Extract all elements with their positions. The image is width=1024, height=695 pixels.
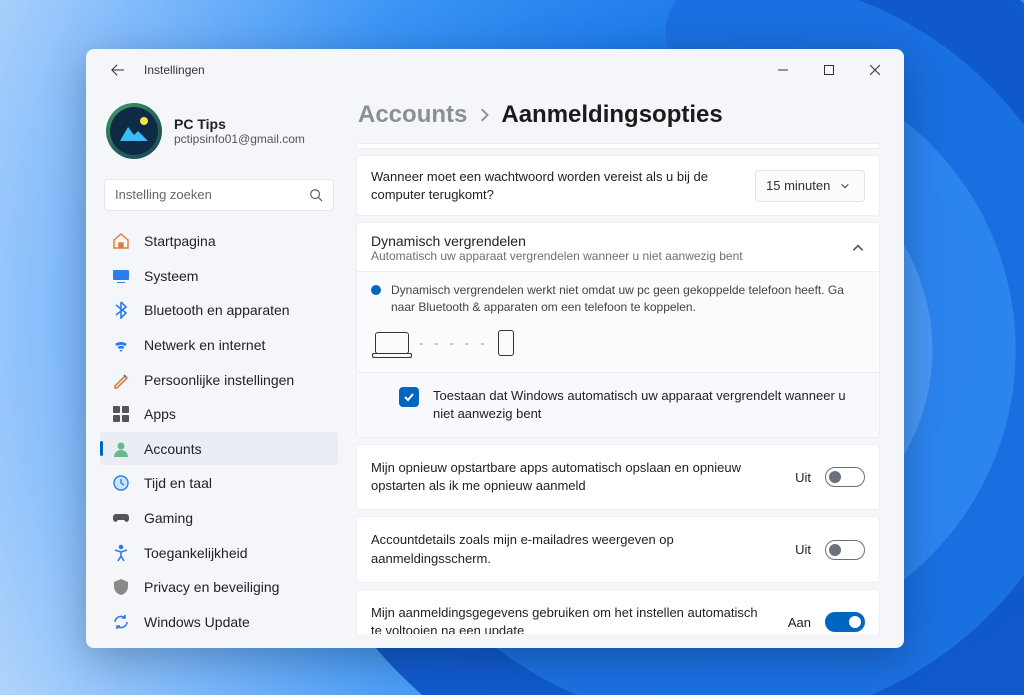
sidebar-item-privacy[interactable]: Privacy en beveiliging bbox=[100, 571, 338, 604]
search-box[interactable] bbox=[104, 179, 334, 211]
dynamic-lock-title: Dynamisch vergrendelen bbox=[371, 233, 841, 249]
finish-setup-row[interactable]: Mijn aanmeldingsgegevens gebruiken om he… bbox=[356, 589, 880, 634]
info-icon bbox=[371, 285, 381, 295]
password-timeout-row[interactable]: Wanneer moet een wachtwoord worden verei… bbox=[356, 155, 880, 216]
show-email-label: Accountdetails zoals mijn e-mailadres we… bbox=[371, 531, 769, 567]
restart-apps-row[interactable]: Mijn opnieuw opstartbare apps automatisc… bbox=[356, 444, 880, 510]
breadcrumb-parent[interactable]: Accounts bbox=[358, 101, 467, 129]
connection-dashes: - - - - - bbox=[419, 336, 488, 350]
search-icon bbox=[309, 188, 323, 202]
access-icon bbox=[112, 544, 130, 562]
check-icon bbox=[403, 391, 415, 403]
titlebar: Instellingen bbox=[86, 49, 904, 91]
sidebar-item-accounts[interactable]: Accounts bbox=[100, 432, 338, 465]
content-scroll[interactable]: moustore occountes op un opposaat (aanbe… bbox=[356, 143, 882, 634]
restart-apps-toggle[interactable] bbox=[825, 467, 865, 487]
window-controls bbox=[760, 54, 898, 86]
dynamic-lock-info-text: Dynamisch vergrendelen werkt niet omdat … bbox=[391, 282, 865, 316]
breadcrumb: Accounts Aanmeldingsopties bbox=[356, 97, 882, 143]
nav-list: Startpagina Systeem Bluetooth en apparaten… bbox=[100, 225, 342, 638]
finish-setup-state: Aan bbox=[783, 615, 811, 630]
sidebar-item-personal[interactable]: Persoonlijke instellingen bbox=[100, 363, 338, 396]
dynamic-lock-header[interactable]: Dynamisch vergrendelen Automatisch uw ap… bbox=[357, 223, 879, 271]
show-email-row[interactable]: Accountdetails zoals mijn e-mailadres we… bbox=[356, 516, 880, 582]
sidebar-item-label: Systeem bbox=[144, 268, 198, 284]
network-icon bbox=[112, 336, 130, 354]
profile-email: pctipsinfo01@gmail.com bbox=[174, 132, 305, 146]
search-input[interactable] bbox=[115, 187, 309, 202]
sidebar-item-label: Bluetooth en apparaten bbox=[144, 302, 290, 318]
restart-apps-label: Mijn opnieuw opstartbare apps automatisc… bbox=[371, 459, 769, 495]
avatar bbox=[106, 103, 162, 159]
maximize-button[interactable] bbox=[806, 54, 852, 86]
update-icon bbox=[112, 613, 130, 631]
restart-apps-state: Uit bbox=[783, 470, 811, 485]
system-icon bbox=[112, 267, 130, 285]
sidebar-item-label: Startpagina bbox=[144, 233, 216, 249]
sidebar-item-network[interactable]: Netwerk en internet bbox=[100, 329, 338, 362]
accounts-icon bbox=[112, 440, 130, 458]
back-button[interactable] bbox=[104, 56, 132, 84]
window-title: Instellingen bbox=[144, 63, 205, 77]
show-email-toggle[interactable] bbox=[825, 540, 865, 560]
sidebar: PC Tips pctipsinfo01@gmail.com Startpagi… bbox=[86, 91, 346, 648]
sidebar-item-bluetooth[interactable]: Bluetooth en apparaten bbox=[100, 294, 338, 327]
dynamic-lock-checkbox[interactable] bbox=[399, 387, 419, 407]
sidebar-item-label: Gaming bbox=[144, 510, 193, 526]
minimize-button[interactable] bbox=[760, 54, 806, 86]
sidebar-item-label: Tijd en taal bbox=[144, 475, 212, 491]
sidebar-item-update[interactable]: Windows Update bbox=[100, 605, 338, 638]
sidebar-item-apps[interactable]: Apps bbox=[100, 398, 338, 431]
device-diagram: - - - - - bbox=[371, 316, 865, 360]
sidebar-item-system[interactable]: Systeem bbox=[100, 260, 338, 293]
laptop-icon bbox=[375, 332, 409, 354]
settings-window: Instellingen PC Tips pctipsinfo01@gmail.… bbox=[86, 49, 904, 648]
dynamic-lock-section: Dynamisch vergrendelen Automatisch uw ap… bbox=[356, 222, 880, 438]
sidebar-item-label: Toegankelijkheid bbox=[144, 545, 248, 561]
cutoff-card: moustore occountes op un opposaat (aanbe… bbox=[356, 143, 880, 149]
privacy-icon bbox=[112, 578, 130, 596]
finish-setup-toggle[interactable] bbox=[825, 612, 865, 632]
bluetooth-icon bbox=[112, 301, 130, 319]
dynamic-lock-check-label: Toestaan dat Windows automatisch uw appa… bbox=[433, 387, 865, 423]
sidebar-item-label: Netwerk en internet bbox=[144, 337, 265, 353]
profile-name: PC Tips bbox=[174, 116, 305, 132]
sidebar-item-gaming[interactable]: Gaming bbox=[100, 502, 338, 535]
sidebar-item-label: Accounts bbox=[144, 441, 202, 457]
close-button[interactable] bbox=[852, 54, 898, 86]
breadcrumb-current: Aanmeldingsopties bbox=[501, 101, 722, 129]
apps-icon bbox=[112, 405, 130, 423]
show-email-state: Uit bbox=[783, 542, 811, 557]
password-timeout-label: Wanneer moet een wachtwoord worden verei… bbox=[371, 168, 743, 203]
finish-setup-label: Mijn aanmeldingsgegevens gebruiken om he… bbox=[371, 604, 769, 634]
time-icon bbox=[112, 474, 130, 492]
dynamic-lock-info: Dynamisch vergrendelen werkt niet omdat … bbox=[357, 271, 879, 372]
sidebar-item-home[interactable]: Startpagina bbox=[100, 225, 338, 258]
phone-icon bbox=[498, 330, 514, 356]
sidebar-item-access[interactable]: Toegankelijkheid bbox=[100, 536, 338, 569]
chevron-right-icon bbox=[477, 108, 491, 122]
sidebar-item-label: Persoonlijke instellingen bbox=[144, 372, 294, 388]
sidebar-item-time[interactable]: Tijd en taal bbox=[100, 467, 338, 500]
chevron-down-icon bbox=[840, 181, 850, 191]
gaming-icon bbox=[112, 509, 130, 527]
main-pane: Accounts Aanmeldingsopties moustore occo… bbox=[346, 91, 904, 648]
password-timeout-select[interactable]: 15 minuten bbox=[755, 170, 865, 202]
sidebar-item-label: Windows Update bbox=[144, 614, 250, 630]
dynamic-lock-check-row[interactable]: Toestaan dat Windows automatisch uw appa… bbox=[357, 372, 879, 437]
sidebar-item-label: Apps bbox=[144, 406, 176, 422]
sidebar-item-label: Privacy en beveiliging bbox=[144, 579, 279, 595]
chevron-up-icon bbox=[851, 241, 865, 255]
dynamic-lock-subtitle: Automatisch uw apparaat vergrendelen wan… bbox=[371, 249, 841, 263]
home-icon bbox=[112, 232, 130, 250]
profile-block[interactable]: PC Tips pctipsinfo01@gmail.com bbox=[100, 97, 342, 175]
personal-icon bbox=[112, 371, 130, 389]
